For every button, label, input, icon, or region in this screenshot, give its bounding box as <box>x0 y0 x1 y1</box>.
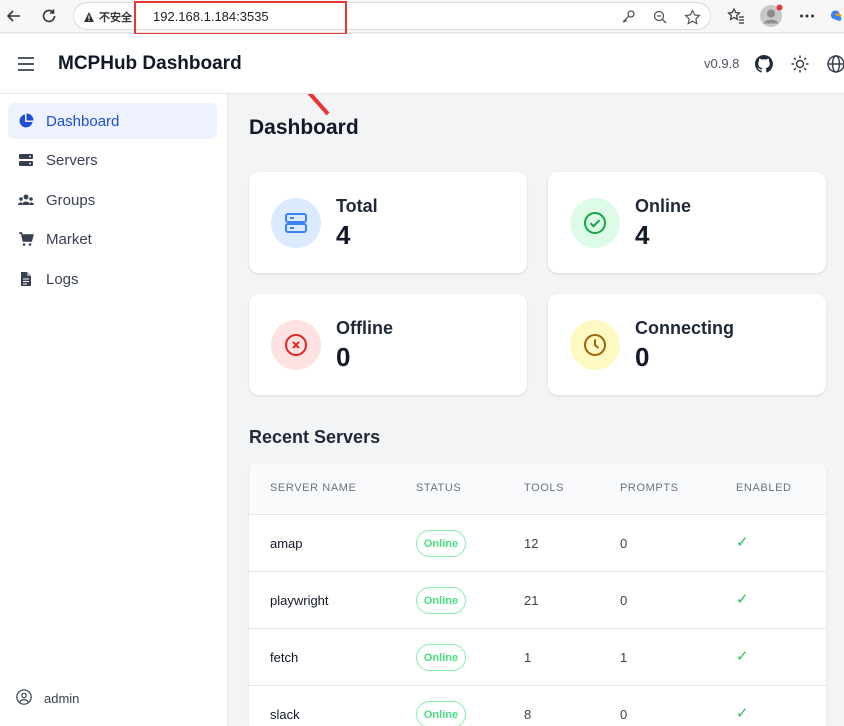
menu-toggle-button[interactable] <box>16 54 36 74</box>
table-row[interactable]: fetch Online 1 1 ✓ <box>249 629 826 686</box>
url-highlight-box <box>134 1 347 35</box>
enabled-check-icon: ✓ <box>736 534 749 551</box>
x-circle-icon <box>271 320 321 370</box>
column-header: STATUS <box>416 482 462 494</box>
browser-toolbar: 不安全 192.168.1.184:3535 <box>0 0 844 35</box>
stat-card-connecting: Connecting 0 <box>548 294 826 395</box>
status-badge: Online <box>416 530 466 557</box>
prompts-count: 0 <box>620 707 628 722</box>
stat-label: Online <box>635 196 692 216</box>
table-row[interactable]: amap Online 12 0 ✓ <box>249 515 826 572</box>
prompts-count: 0 <box>620 536 628 551</box>
user-icon <box>16 689 32 708</box>
recent-servers-table: SERVER NAME STATUS TOOLS PROMPTS ENABLED… <box>249 463 826 726</box>
sidebar-item-logs[interactable]: Logs <box>8 261 217 297</box>
tools-count: 8 <box>524 707 532 722</box>
sidebar-item-label: Groups <box>46 191 96 209</box>
sidebar-item-groups[interactable]: Groups <box>8 182 217 218</box>
enabled-check-icon: ✓ <box>736 648 749 665</box>
sidebar-item-label: Dashboard <box>46 112 120 130</box>
profile-avatar[interactable] <box>758 4 784 28</box>
key-icon[interactable] <box>619 8 637 26</box>
sidebar-item-label: Servers <box>46 151 98 169</box>
tools-count: 21 <box>524 593 539 608</box>
stat-value: 4 <box>336 220 351 250</box>
table-row[interactable]: slack Online 8 0 ✓ <box>249 686 826 726</box>
more-options-icon[interactable] <box>795 4 819 28</box>
check-circle-icon <box>570 198 620 248</box>
column-header: PROMPTS <box>620 482 679 494</box>
server-name: fetch <box>270 650 299 665</box>
table-row[interactable]: playwright Online 21 0 ✓ <box>249 572 826 629</box>
stat-value: 0 <box>635 342 650 372</box>
back-button[interactable] <box>3 5 25 27</box>
app-title: MCPHub Dashboard <box>58 53 242 74</box>
stat-card-online: Online 4 <box>548 172 826 273</box>
prompts-count: 0 <box>620 593 628 608</box>
server-icon <box>18 152 34 168</box>
stat-card-offline: Offline 0 <box>249 294 527 395</box>
stat-label: Connecting <box>635 318 734 338</box>
pie-chart-icon <box>18 113 34 129</box>
recent-servers-title: Recent Servers <box>249 427 381 447</box>
enabled-check-icon: ✓ <box>736 591 749 608</box>
user-menu[interactable]: admin <box>16 689 79 708</box>
server-name: amap <box>270 536 303 551</box>
app-header: MCPHub Dashboard v0.9.8 <box>0 34 844 94</box>
version-label: v0.9.8 <box>704 56 740 71</box>
github-link[interactable] <box>753 53 775 75</box>
status-badge: Online <box>416 587 466 614</box>
language-button[interactable] <box>825 53 844 75</box>
favorite-star-icon[interactable] <box>683 8 701 26</box>
hamburger-icon <box>18 57 34 71</box>
sidebar-item-market[interactable]: Market <box>8 221 217 257</box>
warning-triangle-icon <box>84 12 94 22</box>
theme-toggle-button[interactable] <box>789 53 811 75</box>
sun-icon <box>791 55 809 73</box>
stat-label: Total <box>336 196 378 216</box>
reload-button[interactable] <box>38 5 60 27</box>
sidebar: Dashboard Servers Groups Market Logs adm… <box>0 94 228 726</box>
server-name: slack <box>270 707 300 722</box>
status-badge: Online <box>416 644 466 671</box>
copilot-icon[interactable] <box>829 4 844 28</box>
globe-icon <box>827 55 844 73</box>
stat-value: 4 <box>635 220 650 250</box>
table-header: SERVER NAME STATUS TOOLS PROMPTS ENABLED <box>249 463 826 515</box>
status-badge: Online <box>416 701 466 726</box>
document-icon <box>18 271 34 287</box>
server-name: playwright <box>270 593 329 608</box>
stat-card-total: Total 4 <box>249 172 527 273</box>
enabled-check-icon: ✓ <box>736 705 749 722</box>
reload-icon <box>42 9 56 23</box>
sidebar-item-label: Market <box>46 230 92 248</box>
stat-label: Offline <box>336 318 393 338</box>
users-icon <box>18 192 34 208</box>
sidebar-item-servers[interactable]: Servers <box>8 142 217 178</box>
zoom-icon[interactable] <box>651 8 669 26</box>
server-stack-icon <box>271 198 321 248</box>
column-header: TOOLS <box>524 482 565 494</box>
sidebar-item-label: Logs <box>46 270 79 288</box>
back-arrow-icon <box>6 10 20 22</box>
prompts-count: 1 <box>620 650 628 665</box>
profile-icon <box>760 4 783 27</box>
github-icon <box>754 54 773 73</box>
column-header: SERVER NAME <box>270 482 357 494</box>
security-warning[interactable]: 不安全 <box>83 9 132 25</box>
column-header: ENABLED <box>736 482 792 494</box>
cart-icon <box>18 231 34 247</box>
security-label: 不安全 <box>99 12 132 24</box>
user-name: admin <box>44 691 80 706</box>
sidebar-item-dashboard[interactable]: Dashboard <box>8 103 217 139</box>
tools-count: 1 <box>524 650 532 665</box>
page-title: Dashboard <box>249 116 359 139</box>
clock-icon <box>570 320 620 370</box>
stat-value: 0 <box>336 342 351 372</box>
tools-count: 12 <box>524 536 539 551</box>
favorites-icon[interactable] <box>725 4 747 28</box>
